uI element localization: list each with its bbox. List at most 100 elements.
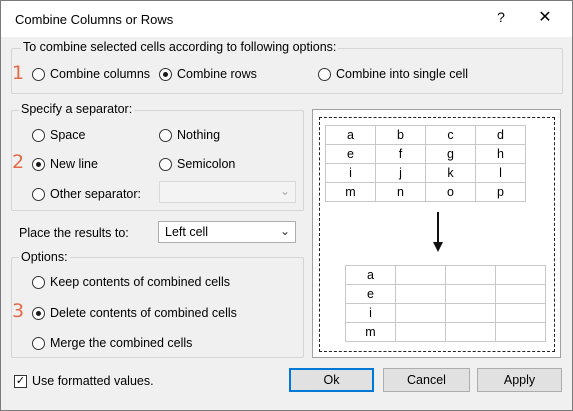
radio-circle <box>32 67 45 81</box>
table-cell <box>495 303 546 323</box>
radio-circle <box>159 128 172 142</box>
table-cell: i <box>345 303 396 323</box>
table-cell: a <box>345 265 396 285</box>
table-cell <box>445 322 496 342</box>
radio-label: Keep contents of combined cells <box>50 275 230 289</box>
radio-label: Space <box>50 128 86 142</box>
table-cell: f <box>375 144 426 164</box>
table-row: a <box>345 265 546 285</box>
table-cell <box>445 284 496 304</box>
table-cell: m <box>345 322 396 342</box>
radio-label: Semicolon <box>177 157 236 171</box>
table-cell: e <box>325 144 376 164</box>
table-cell: b <box>375 125 426 145</box>
table-cell: l <box>475 163 526 183</box>
close-button[interactable]: ✕ <box>533 7 557 27</box>
delete-contents-radio[interactable]: Delete contents of combined cells <box>32 306 237 320</box>
table-cell <box>445 265 496 285</box>
table-cell: n <box>375 182 426 202</box>
chevron-down-icon: ⌄ <box>279 224 290 238</box>
title-bar: Combine Columns or Rows ? ✕ <box>1 1 572 37</box>
combine-group-label: To combine selected cells according to f… <box>21 40 339 54</box>
table-row: i <box>345 303 546 323</box>
table-cell: p <box>475 182 526 202</box>
separator-new-line-radio[interactable]: New line <box>32 157 98 171</box>
radio-label: Combine into single cell <box>336 67 469 81</box>
cancel-button[interactable]: Cancel <box>383 368 470 392</box>
other-separator-combobox[interactable]: ⌄ <box>159 181 296 203</box>
table-cell: d <box>475 125 526 145</box>
keep-contents-radio[interactable]: Keep contents of combined cells <box>32 275 230 289</box>
table-cell <box>395 265 446 285</box>
place-results-label: Place the results to: <box>19 226 129 240</box>
step-badge-2: 2 <box>12 151 25 173</box>
table-cell <box>495 265 546 285</box>
combine-columns-radio[interactable]: Combine columns <box>32 67 150 81</box>
table-cell: m <box>325 182 376 202</box>
down-arrow-icon <box>437 212 439 244</box>
step-badge-3: 3 <box>12 300 25 322</box>
down-arrow-head-icon <box>433 242 443 252</box>
combine-dialog: Combine Columns or Rows ? ✕ To combine s… <box>0 0 573 411</box>
options-group-label: Options: <box>19 250 70 264</box>
step-badge-1: 1 <box>12 62 25 84</box>
table-cell: g <box>425 144 476 164</box>
table-cell <box>495 322 546 342</box>
table-row: m <box>345 322 546 342</box>
help-button[interactable]: ? <box>491 9 511 25</box>
table-cell: e <box>345 284 396 304</box>
radio-circle <box>159 157 172 171</box>
chevron-down-icon: ⌄ <box>279 184 290 198</box>
table-row: e f g h <box>325 144 526 164</box>
table-cell <box>395 284 446 304</box>
ok-button[interactable]: Ok <box>289 368 374 392</box>
table-cell <box>395 322 446 342</box>
table-cell: i <box>325 163 376 183</box>
radio-circle <box>32 275 45 289</box>
radio-circle <box>318 67 331 81</box>
separator-group-label: Specify a separator: <box>19 102 135 116</box>
radio-circle-selected <box>159 67 172 81</box>
table-cell <box>495 284 546 304</box>
separator-semicolon-radio[interactable]: Semicolon <box>159 157 235 171</box>
table-cell: a <box>325 125 376 145</box>
radio-circle <box>32 336 45 350</box>
table-cell: h <box>475 144 526 164</box>
separator-other-radio[interactable]: Other separator: <box>32 187 141 201</box>
checkbox-label: Use formatted values. <box>32 374 154 388</box>
radio-label: Delete contents of combined cells <box>50 306 237 320</box>
table-cell: k <box>425 163 476 183</box>
table-cell <box>445 303 496 323</box>
preview-before-table: a b c d e f g h i j k l m n o p <box>325 125 526 202</box>
radio-label: New line <box>50 157 98 171</box>
use-formatted-values-checkbox[interactable]: ✓ Use formatted values. <box>14 374 154 388</box>
combine-single-cell-radio[interactable]: Combine into single cell <box>318 67 468 81</box>
radio-circle-selected <box>32 306 45 320</box>
place-results-dropdown[interactable]: Left cell ⌄ <box>158 221 296 243</box>
radio-label: Nothing <box>177 128 221 142</box>
table-cell: j <box>375 163 426 183</box>
table-row: i j k l <box>325 163 526 183</box>
radio-label: Other separator: <box>50 187 142 201</box>
table-row: m n o p <box>325 182 526 202</box>
preview-after-table: a e i m <box>345 265 546 342</box>
separator-nothing-radio[interactable]: Nothing <box>159 128 220 142</box>
separator-space-radio[interactable]: Space <box>32 128 85 142</box>
radio-circle-selected <box>32 157 45 171</box>
table-cell: o <box>425 182 476 202</box>
table-cell: c <box>425 125 476 145</box>
checkmark-icon: ✓ <box>14 374 27 388</box>
apply-button[interactable]: Apply <box>477 368 562 392</box>
merge-cells-radio[interactable]: Merge the combined cells <box>32 336 192 350</box>
radio-label: Combine rows <box>177 67 257 81</box>
radio-circle <box>32 187 45 201</box>
window-title: Combine Columns or Rows <box>15 12 174 27</box>
table-row: e <box>345 284 546 304</box>
table-row: a b c d <box>325 125 526 145</box>
radio-circle <box>32 128 45 142</box>
radio-label: Combine columns <box>50 67 151 81</box>
radio-label: Merge the combined cells <box>50 336 193 350</box>
table-cell <box>395 303 446 323</box>
combine-rows-radio[interactable]: Combine rows <box>159 67 257 81</box>
place-results-value: Left cell <box>165 225 209 239</box>
